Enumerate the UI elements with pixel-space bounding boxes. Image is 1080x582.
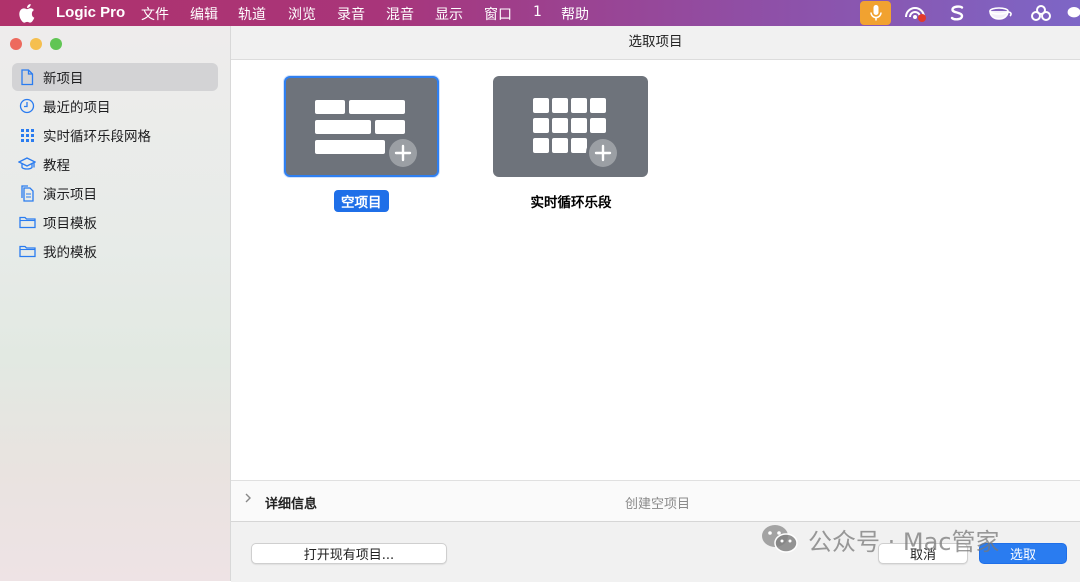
sidebar-item-tutorials[interactable]: 教程 (12, 150, 218, 178)
chevron-right-icon[interactable] (244, 492, 252, 508)
sidebar-item-my-templates[interactable]: 我的模板 (12, 237, 218, 265)
wechat-logo-icon (762, 525, 798, 553)
live-loops-icon (533, 98, 620, 170)
document-icon (18, 68, 36, 86)
watermark-text: 公众号 · Mac管家 (808, 527, 1000, 556)
sidebar-item-label: 项目模板 (43, 216, 97, 232)
graduation-cap-icon (18, 155, 36, 173)
scribble-icon[interactable] (945, 1, 969, 25)
grid-icon (18, 126, 36, 144)
link-rings-icon[interactable] (1028, 1, 1054, 25)
menu-help[interactable]: 帮助 (561, 4, 589, 24)
template-gallery: 空项目 实时循环乐段 (231, 60, 1080, 480)
documents-icon (18, 184, 36, 202)
folder-icon (18, 213, 36, 231)
sidebar-item-demo-projects[interactable]: 演示项目 (12, 179, 218, 207)
sidebar-item-label: 新项目 (43, 71, 84, 87)
sidebar: 新项目 最近的项目 实时循环乐段网格 教程 演示项目 项目模板 我的模板 (0, 26, 231, 581)
menu-edit[interactable]: 编辑 (190, 4, 218, 24)
menu-bar: Logic Pro 文件 编辑 轨道 浏览 录音 混音 显示 窗口 1 帮助 (0, 0, 1080, 26)
sidebar-item-live-loops-grid[interactable]: 实时循环乐段网格 (12, 121, 218, 149)
sidebar-item-project-templates[interactable]: 项目模板 (12, 208, 218, 236)
teacup-icon[interactable] (985, 1, 1015, 25)
sidebar-item-label: 演示项目 (43, 187, 97, 203)
menu-track[interactable]: 轨道 (238, 4, 266, 24)
minimize-window-button[interactable] (30, 38, 42, 50)
template-live-loops-tile[interactable] (493, 76, 648, 177)
microphone-icon[interactable] (860, 1, 891, 25)
apple-menu-icon[interactable] (18, 3, 35, 23)
watermark: 公众号 · Mac管家 (760, 519, 1000, 559)
menu-record[interactable]: 录音 (337, 4, 365, 24)
sidebar-item-new-project[interactable]: 新项目 (12, 63, 218, 91)
menu-one[interactable]: 1 (533, 4, 542, 20)
record-status-icon[interactable] (902, 1, 930, 25)
menu-navigate[interactable]: 浏览 (288, 4, 316, 24)
zoom-window-button[interactable] (50, 38, 62, 50)
menu-mix[interactable]: 混音 (386, 4, 414, 24)
wechat-icon[interactable] (1066, 1, 1080, 25)
folder-icon (18, 242, 36, 260)
window-title: 选取项目 (231, 26, 1080, 60)
details-toggle[interactable]: 详细信息 (265, 493, 317, 512)
sidebar-item-label: 最近的项目 (43, 100, 111, 116)
template-live-loops-label[interactable]: 实时循环乐段 (523, 191, 619, 211)
clock-icon (18, 97, 36, 115)
sidebar-item-label: 教程 (43, 158, 70, 174)
sidebar-item-recent[interactable]: 最近的项目 (12, 92, 218, 120)
sidebar-item-label: 实时循环乐段网格 (43, 129, 151, 145)
template-empty-project-tile[interactable] (284, 76, 439, 177)
details-panel: 详细信息 创建空项目 (231, 480, 1080, 521)
sidebar-item-label: 我的模板 (43, 245, 97, 261)
empty-project-icon (315, 100, 420, 170)
app-menu[interactable]: Logic Pro (56, 4, 125, 21)
template-empty-project-label[interactable]: 空项目 (334, 190, 389, 212)
menu-file[interactable]: 文件 (141, 4, 169, 24)
menu-window[interactable]: 窗口 (484, 4, 512, 24)
menu-view[interactable]: 显示 (435, 4, 463, 24)
open-existing-project-button[interactable]: 打开现有项目... (251, 543, 447, 564)
close-window-button[interactable] (10, 38, 22, 50)
details-description: 创建空项目 (625, 497, 691, 512)
